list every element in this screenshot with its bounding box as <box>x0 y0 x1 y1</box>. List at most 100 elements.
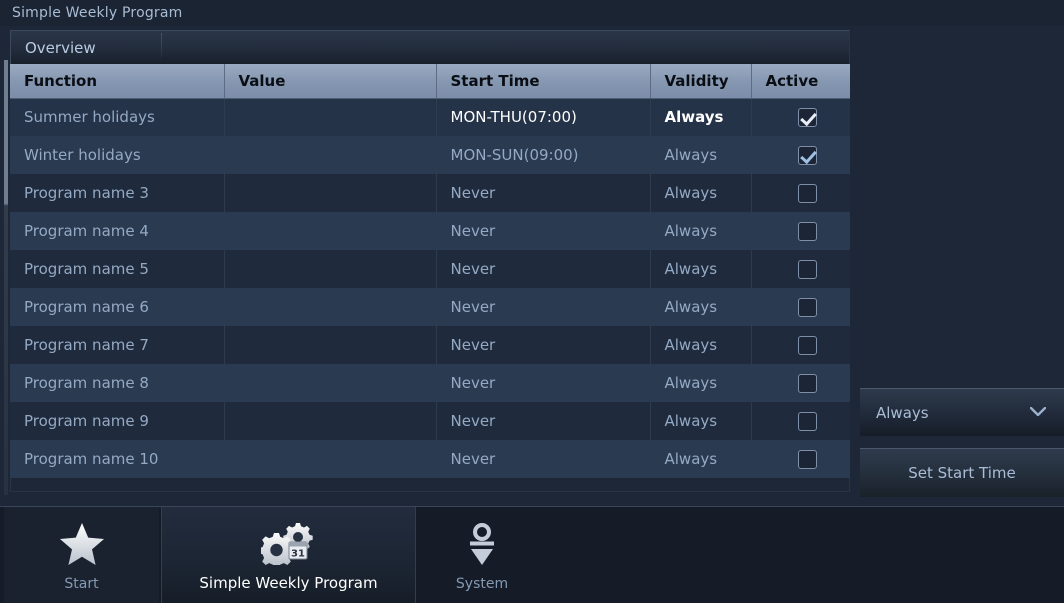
active-checkbox[interactable] <box>798 107 818 127</box>
cell-start-time: Never <box>436 402 651 440</box>
active-checkbox[interactable] <box>798 145 818 165</box>
cell-function: Winter holidays <box>10 136 225 174</box>
program-table: Function Value Start Time Validity Activ… <box>10 64 850 478</box>
cell-start-time: Never <box>436 288 651 326</box>
cell-function: Program name 3 <box>10 174 225 212</box>
cell-validity: Always <box>650 326 752 364</box>
cell-validity: Always <box>650 288 752 326</box>
cell-start-time: Never <box>436 364 651 402</box>
taskbar: Start 31 Simple Weekly Program System <box>0 506 1064 603</box>
cell-validity: Always <box>650 250 752 288</box>
chevron-down-icon <box>1030 407 1046 416</box>
cell-validity: Always <box>650 440 752 478</box>
system-icon <box>418 521 546 567</box>
cell-active <box>751 98 850 136</box>
cell-start-time: Never <box>436 174 651 212</box>
set-start-time-button[interactable]: Set Start Time <box>860 448 1064 497</box>
active-checkbox[interactable] <box>798 411 818 431</box>
cell-active <box>751 364 850 402</box>
tab-overview[interactable]: Overview <box>10 30 850 64</box>
svg-text:31: 31 <box>291 549 305 560</box>
column-header-active[interactable]: Active <box>751 64 850 99</box>
cell-function: Program name 4 <box>10 212 225 250</box>
cell-function: Program name 8 <box>10 364 225 402</box>
taskbar-item-start-label: Start <box>64 576 99 592</box>
cell-value <box>224 402 437 440</box>
validity-select[interactable]: Always <box>860 388 1064 436</box>
cell-start-time: Never <box>436 250 651 288</box>
taskbar-item-system-label: System <box>455 576 509 592</box>
cell-start-time: MON-THU(07:00) <box>436 98 651 136</box>
active-checkbox[interactable] <box>798 183 818 203</box>
cell-function: Program name 10 <box>10 440 225 478</box>
cell-active <box>751 174 850 212</box>
app-screen: Simple Weekly Program Overview Function … <box>0 0 1064 603</box>
cell-value <box>224 326 437 364</box>
active-checkbox[interactable] <box>798 335 818 355</box>
taskbar-item-start[interactable]: Start <box>4 507 159 603</box>
taskbar-item-simple-weekly-program-label: Simple Weekly Program <box>199 574 378 592</box>
cell-active <box>751 250 850 288</box>
cell-validity: Always <box>650 364 752 402</box>
cell-function: Summer holidays <box>10 98 225 136</box>
tab-overview-label: Overview <box>25 39 96 57</box>
cell-start-time: Never <box>436 440 651 478</box>
cell-start-time: Never <box>436 212 651 250</box>
cell-value <box>224 250 437 288</box>
column-header-value[interactable]: Value <box>224 64 437 99</box>
table-row[interactable]: Program name 8 Never Always <box>10 364 850 402</box>
gears-calendar-icon: 31 <box>162 521 415 567</box>
cell-validity: Always <box>650 174 752 212</box>
table-row[interactable]: Summer holidays MON-THU(07:00) Always <box>10 98 850 136</box>
cell-value <box>224 174 437 212</box>
cell-value <box>224 440 437 478</box>
cell-start-time: MON-SUN(09:00) <box>436 136 651 174</box>
cell-active <box>751 212 850 250</box>
cell-active <box>751 402 850 440</box>
active-checkbox[interactable] <box>798 221 818 241</box>
column-header-validity[interactable]: Validity <box>650 64 752 99</box>
cell-active <box>751 136 850 174</box>
cell-validity: Always <box>650 98 752 136</box>
table-row[interactable]: Program name 5 Never Always <box>10 250 850 288</box>
cell-start-time: Never <box>436 326 651 364</box>
cell-function: Program name 7 <box>10 326 225 364</box>
overview-panel: Overview Function Value Start Time Valid… <box>10 30 850 495</box>
window-title: Simple Weekly Program <box>0 0 1064 26</box>
taskbar-item-system[interactable]: System <box>418 507 546 603</box>
cell-active <box>751 440 850 478</box>
panel-footer <box>10 478 850 492</box>
active-checkbox[interactable] <box>798 259 818 279</box>
validity-select-value: Always <box>876 404 929 422</box>
active-checkbox[interactable] <box>798 297 818 317</box>
cell-function: Program name 6 <box>10 288 225 326</box>
cell-function: Program name 9 <box>10 402 225 440</box>
cell-validity: Always <box>650 136 752 174</box>
cell-active <box>751 326 850 364</box>
star-icon <box>4 521 159 567</box>
cell-value <box>224 98 437 136</box>
vertical-scrollbar[interactable] <box>4 60 8 495</box>
table-row[interactable]: Program name 3 Never Always <box>10 174 850 212</box>
table-row[interactable]: Winter holidays MON-SUN(09:00) Always <box>10 136 850 174</box>
table-row[interactable]: Program name 4 Never Always <box>10 212 850 250</box>
cell-value <box>224 212 437 250</box>
active-checkbox[interactable] <box>798 373 818 393</box>
cell-function: Program name 5 <box>10 250 225 288</box>
table-header-row: Function Value Start Time Validity Activ… <box>10 64 850 99</box>
table-row[interactable]: Program name 9 Never Always <box>10 402 850 440</box>
cell-active <box>751 288 850 326</box>
table-body: Summer holidays MON-THU(07:00) Always Winte… <box>10 98 850 478</box>
cell-validity: Always <box>650 402 752 440</box>
cell-validity: Always <box>650 212 752 250</box>
cell-value <box>224 288 437 326</box>
cell-value <box>224 364 437 402</box>
cell-value <box>224 136 437 174</box>
table-row[interactable]: Program name 10 Never Always <box>10 440 850 478</box>
column-header-start-time[interactable]: Start Time <box>436 64 651 99</box>
active-checkbox[interactable] <box>798 449 818 469</box>
taskbar-item-simple-weekly-program[interactable]: 31 Simple Weekly Program <box>161 507 416 603</box>
table-row[interactable]: Program name 6 Never Always <box>10 288 850 326</box>
table-row[interactable]: Program name 7 Never Always <box>10 326 850 364</box>
column-header-function[interactable]: Function <box>10 64 225 99</box>
